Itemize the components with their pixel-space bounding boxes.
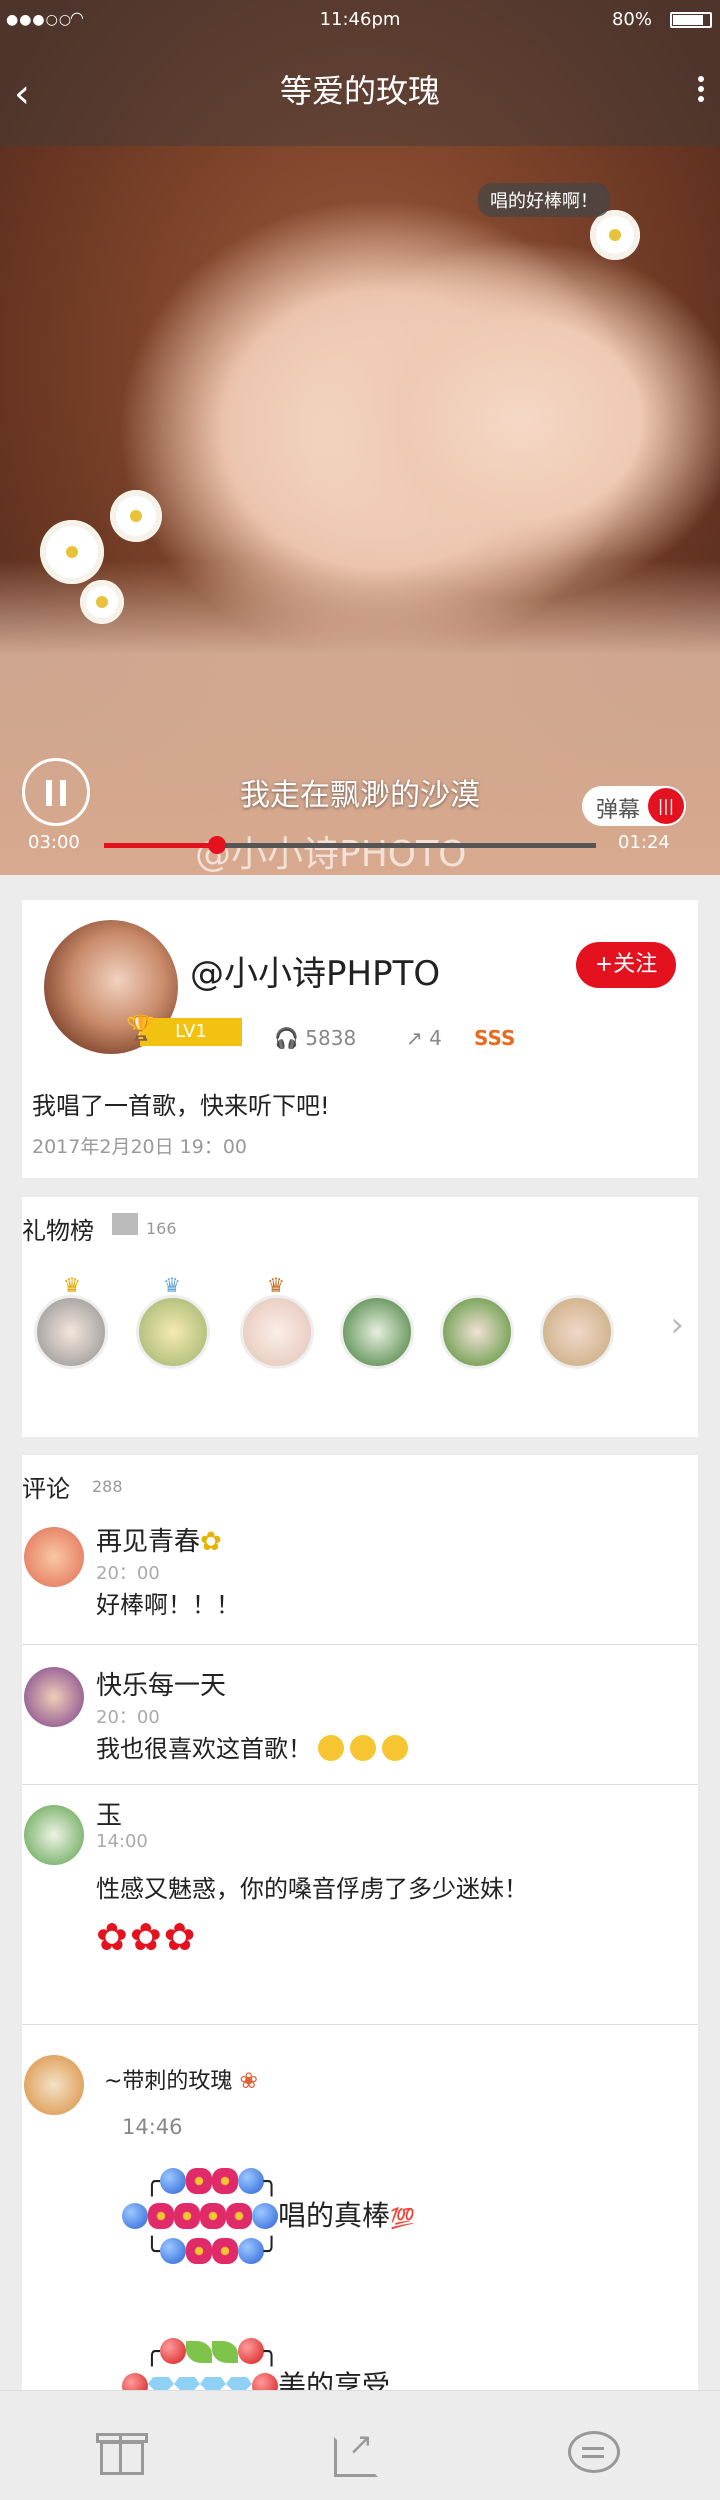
- comment-text-content: 我也很喜欢这首歌！: [96, 1735, 312, 1763]
- comment-avatar[interactable]: [24, 2055, 84, 2115]
- pause-button[interactable]: [22, 758, 90, 826]
- comment-text: 我也很喜欢这首歌！: [96, 1729, 408, 1764]
- bottom-action-bar: ↗: [0, 2390, 720, 2500]
- post-date: 2017年2月20日 19：00: [32, 1136, 248, 1158]
- rank-badge: SSS: [474, 1026, 516, 1050]
- current-time: 03:00: [28, 832, 80, 853]
- listen-count: 🎧 5838: [274, 1026, 356, 1050]
- photo-watermark: @小小诗PHOTO: [195, 834, 467, 875]
- rose-icon: ❀: [239, 2069, 258, 2094]
- score-100-icon: 💯: [390, 2206, 415, 2230]
- danmu-toggle[interactable]: 弹幕 |||: [582, 786, 686, 826]
- username[interactable]: @小小诗PHPTO: [190, 946, 440, 995]
- share-count-value: 4: [429, 1026, 442, 1050]
- comment-time: 14:00: [96, 1831, 148, 1852]
- trophy-icon: 🏆: [126, 1014, 156, 1042]
- top-bar: ●●●○○ ◠ 11:46pm 80% ‹ 等爱的玫瑰: [0, 0, 720, 146]
- comment-author: 再见青春✿: [96, 1521, 222, 1558]
- gift-ranking-title: 礼物榜: [22, 1217, 94, 1245]
- flower-decoration: [80, 580, 124, 624]
- emoji-art-1: ╭ ╮ 唱的真棒💯 ╰ ╯: [122, 2165, 682, 2269]
- status-bar: ●●●○○ ◠ 11:46pm 80%: [0, 0, 720, 40]
- profile-card: 🏆 LV1 @小小诗PHPTO +关注 🎧 5838 ↗ 4 SSS 我唱了一首…: [22, 900, 698, 1178]
- flower-decoration: [40, 520, 104, 584]
- bronze-crown-icon: ♛: [267, 1273, 285, 1297]
- comment-avatar[interactable]: [24, 1805, 84, 1865]
- comment-time: 20：00: [96, 1707, 160, 1728]
- share-icon[interactable]: ↗: [332, 2427, 384, 2477]
- comments-title: 评论: [22, 1475, 70, 1503]
- gift-icon: [112, 1213, 138, 1235]
- comment-item[interactable]: 玉 14:00 性感又魅惑，你的嗓音俘虏了多少迷妹！ ✿✿✿: [22, 1785, 698, 2025]
- gold-crown-icon: ♛: [63, 1273, 81, 1297]
- gift-avatar[interactable]: [440, 1295, 514, 1369]
- listen-count-value: 5838: [305, 1026, 357, 1050]
- gift-icon[interactable]: [96, 2427, 148, 2477]
- flower-decoration: [590, 210, 640, 260]
- comment-author: 玉: [96, 1801, 123, 1831]
- comments-count: 288: [92, 1477, 123, 1496]
- comment-author: 快乐每一天: [96, 1671, 227, 1701]
- yum-emoji-icon: [382, 1735, 408, 1761]
- level-label: LV1: [175, 1021, 207, 1042]
- gift-avatar[interactable]: [340, 1295, 414, 1369]
- comment-author-name: 再见青春: [96, 1527, 201, 1557]
- share-icon: ↗: [406, 1026, 430, 1050]
- yum-emoji-icon: [350, 1735, 376, 1761]
- gift-avatar[interactable]: [240, 1295, 314, 1369]
- gift-avatar[interactable]: [34, 1295, 108, 1369]
- gift-ranking: 礼物榜 166 ♛ ♛ ♛ ›: [22, 1197, 698, 1437]
- danmu-bubble: 唱的好棒啊！: [478, 183, 610, 217]
- comment-item[interactable]: 再见青春✿ 20：00 好棒啊！！！: [22, 1515, 698, 1645]
- battery-percent: 80%: [611, 9, 652, 30]
- comment-avatar[interactable]: [24, 1667, 84, 1727]
- chat-bubble-icon[interactable]: [568, 2427, 620, 2477]
- post-caption: 我唱了一首歌，快来听下吧!: [32, 1092, 330, 1120]
- comment-text: 好棒啊！！！: [96, 1591, 240, 1619]
- share-count: ↗ 4: [406, 1026, 442, 1050]
- silver-crown-icon: ♛: [163, 1273, 181, 1297]
- chevron-right-icon[interactable]: ›: [670, 1305, 684, 1345]
- comment-time: 14:46: [122, 2115, 183, 2139]
- battery-icon: [670, 12, 712, 28]
- yum-emoji-icon: [318, 1735, 344, 1761]
- comment-text: 唱的真棒: [278, 2199, 391, 2232]
- sunflower-icon: ✿: [200, 1527, 222, 1557]
- comment-author-name: ~带刺的玫瑰: [104, 2069, 233, 2094]
- more-vertical-icon[interactable]: [694, 72, 708, 112]
- headphones-icon: 🎧: [274, 1026, 306, 1050]
- danmu-icon: |||: [648, 788, 684, 824]
- comments-section: 评论 288 再见青春✿ 20：00 好棒啊！！！ 快乐每一天 20：00 我也…: [22, 1455, 698, 2495]
- comment-avatar[interactable]: [24, 1527, 84, 1587]
- progress-bar[interactable]: [104, 836, 596, 854]
- comment-time: 20：00: [96, 1563, 160, 1584]
- video-player[interactable]: ●●●○○ ◠ 11:46pm 80% ‹ 等爱的玫瑰 唱的好棒啊！ 我走在飘渺…: [0, 0, 720, 875]
- gift-avatar[interactable]: [540, 1295, 614, 1369]
- page-title: 等爱的玫瑰: [279, 72, 440, 110]
- flower-emoji-icons: ✿✿✿: [96, 1915, 198, 1959]
- gift-avatar[interactable]: [136, 1295, 210, 1369]
- gift-count: 166: [146, 1219, 177, 1238]
- level-badge: 🏆 LV1: [126, 1014, 242, 1046]
- total-time: 01:24: [618, 832, 670, 853]
- follow-button[interactable]: +关注: [576, 942, 676, 988]
- comment-text: 性感又魅惑，你的嗓音俘虏了多少迷妹！: [96, 1875, 528, 1903]
- comment-item[interactable]: 快乐每一天 20：00 我也很喜欢这首歌！: [22, 1645, 698, 1785]
- progress-fill: [104, 843, 218, 848]
- flower-decoration: [110, 490, 162, 542]
- danmu-toggle-label: 弹幕: [596, 798, 641, 823]
- comment-author: ~带刺的玫瑰 ❀: [104, 2063, 258, 2095]
